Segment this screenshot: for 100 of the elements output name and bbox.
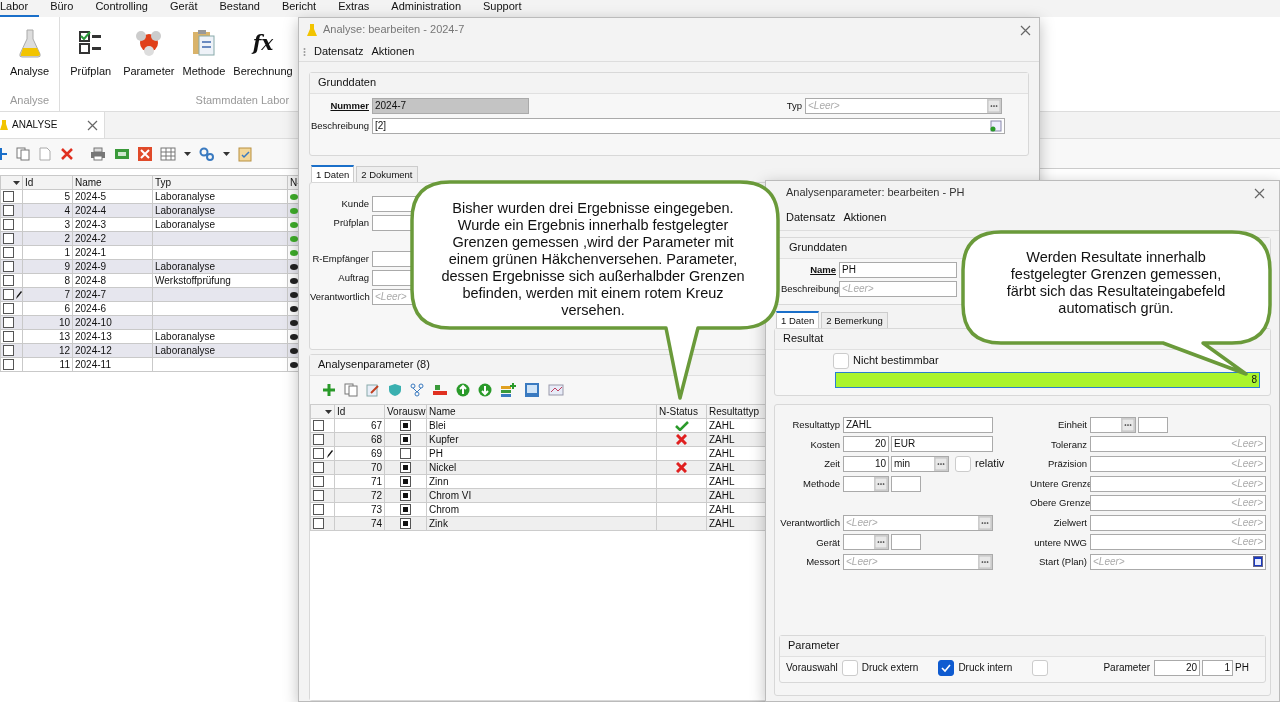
ellipsis-button[interactable] [874,476,888,491]
ellipsis-button[interactable] [874,535,888,550]
ribbon-button[interactable]: Methode [178,21,230,79]
checkbox[interactable] [3,191,14,203]
input-field[interactable] [891,475,921,492]
arrow-down-icon[interactable] [478,383,492,397]
copy-icon[interactable] [16,146,30,161]
menu-item[interactable]: Aktionen [371,44,415,59]
menu-item[interactable]: Extras [327,0,381,17]
combo-field[interactable] [1090,416,1136,433]
checkbox[interactable] [313,490,324,502]
number-field[interactable]: 1 [1202,659,1234,676]
ribbon-button[interactable]: Prüfplan [66,21,116,79]
number-field[interactable]: 20 [1154,659,1201,676]
sort-caret-icon[interactable] [325,409,332,414]
checkbox[interactable] [3,219,14,231]
ribbon-button[interactable]: fx Berechnung [229,21,297,79]
shield-icon[interactable] [388,383,402,397]
arrow-up-icon[interactable] [456,383,470,397]
checkbox[interactable] [3,261,14,273]
column-header[interactable]: Typ [155,176,172,188]
checkbox[interactable] [3,345,14,357]
add-icon[interactable] [322,383,336,397]
nodes-icon[interactable] [410,383,424,397]
preselect-checkbox[interactable] [400,490,411,502]
ribbon-button[interactable]: Analyse [6,21,54,79]
number-field[interactable]: 2024-7 [372,98,529,114]
caret-icon[interactable] [184,151,191,156]
name-field[interactable]: PH [839,262,957,278]
unit-field[interactable]: min [891,456,949,472]
column-header[interactable]: Id [337,405,346,417]
checkbox[interactable] [3,331,14,343]
number-field[interactable]: 10 [843,456,889,472]
remove-icon[interactable] [432,383,448,397]
menu-item[interactable]: Administration [380,0,472,17]
ellipsis-button[interactable] [987,99,1001,113]
sort-caret-icon[interactable] [13,180,20,185]
table-icon[interactable] [160,146,176,161]
checkbox[interactable] [313,434,324,446]
image-icon[interactable] [524,382,540,398]
column-header[interactable]: Id [25,176,34,188]
combo-field[interactable] [843,475,889,492]
close-box-icon[interactable] [138,146,152,161]
checkbox[interactable] [3,275,14,287]
checkbox[interactable] [313,462,324,474]
close-icon[interactable] [1254,187,1265,199]
menu-item[interactable]: Büro [39,0,85,17]
tab[interactable]: 1 Daten [776,310,820,328]
ellipsis-button[interactable] [1121,417,1135,432]
gears-icon[interactable] [199,146,215,161]
clipboard-icon[interactable] [238,145,252,162]
input-field[interactable]: ZAHL [843,416,993,433]
tab[interactable]: 2 Dokument [356,165,418,182]
menu-item[interactable]: Bericht [270,0,328,17]
checkbox[interactable] [313,518,324,530]
ellipsis-button[interactable] [978,515,992,530]
column-header[interactable]: Name [429,405,456,417]
menu-item[interactable]: Support [472,0,533,17]
preselect-checkbox[interactable] [400,518,411,530]
number-field[interactable]: 20 [843,436,889,453]
preselect-checkbox[interactable] [400,420,411,432]
tab[interactable]: 2 Bemerkung [821,311,888,328]
checkbox[interactable] [313,476,324,488]
close-icon[interactable] [1020,24,1031,36]
copy-icon[interactable] [344,383,358,397]
preselect-checkbox[interactable] [400,462,411,474]
tab[interactable]: 1 Daten [311,164,355,182]
combo-field[interactable] [843,534,889,551]
chart-icon[interactable] [548,383,564,397]
caret-icon[interactable] [223,151,230,156]
preselect-checkbox[interactable] [400,476,411,488]
export-icon[interactable] [114,146,130,161]
input-field[interactable] [1138,416,1168,433]
checkbox[interactable] [3,289,14,301]
description-field[interactable]: [2] [372,118,1005,134]
checkbox[interactable] [313,504,324,516]
menu-item[interactable]: Aktionen [843,210,887,225]
ellipsis-button[interactable] [978,554,992,569]
unit-field[interactable]: EUR [891,436,993,453]
checkbox[interactable] [3,303,14,315]
edit-icon[interactable] [366,383,380,397]
ellipsis-button[interactable] [934,457,948,471]
menu-item[interactable]: Gerät [159,0,209,17]
input-field[interactable] [891,534,921,551]
list-add-icon[interactable] [500,382,516,398]
menu-item[interactable]: Datensatz [314,44,364,59]
preselect-checkbox[interactable] [400,434,411,446]
checkbox[interactable] [313,420,324,432]
checkbox[interactable] [3,317,14,329]
checkbox[interactable] [313,448,324,460]
checkbox[interactable] [3,359,14,371]
menu-item[interactable]: Datensatz [786,210,836,225]
delete-icon[interactable] [60,146,74,161]
note-icon[interactable] [990,120,1002,132]
checkbox[interactable] [938,659,955,676]
result-field[interactable]: 8 [835,372,1260,388]
document-tab[interactable]: ANALYSE [0,112,105,138]
calendar-icon[interactable] [1253,556,1263,568]
checkbox[interactable] [3,233,14,245]
preselect-checkbox[interactable] [400,504,411,516]
